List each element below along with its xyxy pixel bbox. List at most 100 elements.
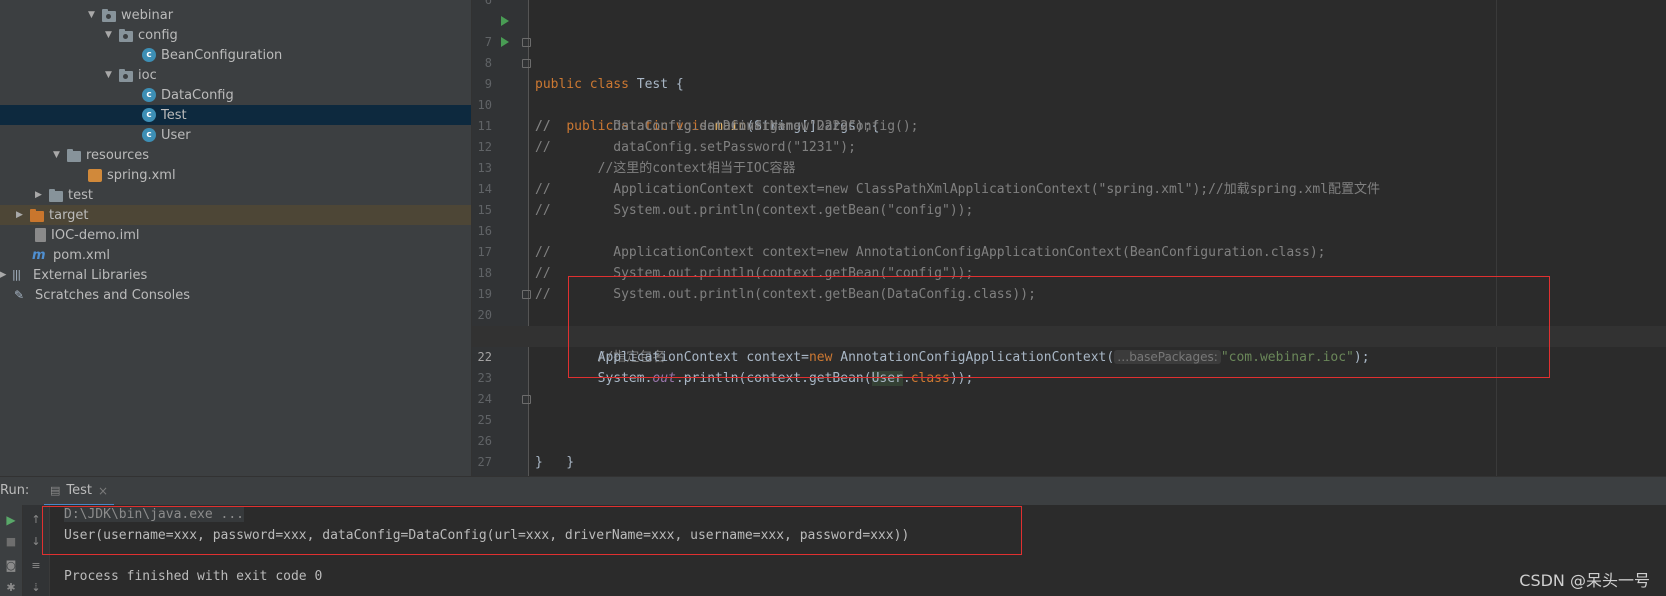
tree-item-iml[interactable]: IOC-demo.iml <box>0 225 471 245</box>
camera-icon[interactable]: ◙ <box>4 559 18 573</box>
run-tab-label: Test <box>66 483 93 498</box>
code-line-20[interactable]: 20 //指定包名 <box>472 284 1666 365</box>
tree-item-label: Test <box>161 107 187 123</box>
rerun-icon[interactable]: ▶ <box>4 513 18 527</box>
tree-item-label: ioc <box>138 67 157 83</box>
code-line-17[interactable]: 17 // System.out.println(context.getBean… <box>472 221 1666 281</box>
run-tool-window-header: Run: ▤ Test × <box>0 476 1666 506</box>
folder-icon <box>49 188 63 202</box>
class-icon: c <box>142 48 156 62</box>
tree-item-config[interactable]: ▼ config <box>0 25 471 45</box>
tree-item-target[interactable]: ▶ target <box>0 205 471 225</box>
tree-item-label: webinar <box>121 7 174 23</box>
code-line-10[interactable]: 10 // dataConfig.setDriverName("2222"); <box>472 74 1666 134</box>
module-file-icon <box>35 228 46 242</box>
code-line-16[interactable]: 16 // ApplicationContext context=new Ann… <box>472 200 1666 260</box>
arrow-up-icon[interactable]: ↑ <box>29 513 43 527</box>
resources-folder-icon <box>67 148 81 162</box>
code-line-26[interactable]: 26 } <box>472 410 1666 470</box>
tree-item-label: User <box>161 127 191 143</box>
console-left-toolbar: ▶ ■ ◙ ✱ <box>0 505 23 596</box>
fold-marker-icon[interactable] <box>522 38 531 47</box>
maven-icon: m <box>32 248 46 263</box>
code-line-15[interactable]: 15 <box>472 179 1666 217</box>
scratches-icon: ✎ <box>14 288 25 302</box>
pin-icon[interactable]: ✱ <box>4 581 18 595</box>
package-folder-icon <box>119 68 133 82</box>
code-line-12[interactable]: 12 //这里的context相当于IOC容器 <box>472 116 1666 176</box>
class-icon: c <box>142 88 156 102</box>
stop-icon[interactable]: ■ <box>4 535 18 549</box>
tree-item-pom[interactable]: m pom.xml <box>0 245 471 265</box>
console-exit-line: Process finished with exit code 0 <box>64 569 323 584</box>
runnable-class-icon: c <box>142 108 156 122</box>
console-output[interactable]: ▶ ■ ◙ ✱ ↑ ↓ ≡ ⇣ D:\JDK\bin\java.exe ... … <box>0 505 1666 596</box>
code-line-19[interactable]: 19 <box>472 263 1666 301</box>
code-line-27[interactable]: 27 <box>472 431 1666 469</box>
code-line-8[interactable]: 8 public static void main(String[] args)… <box>472 32 1666 134</box>
tree-item-label: External Libraries <box>33 267 148 283</box>
run-gutter-icon[interactable] <box>501 37 509 47</box>
tree-item-label: IOC-demo.iml <box>51 227 140 243</box>
run-gutter-icon[interactable] <box>501 16 509 26</box>
code-line-13[interactable]: 13 // ApplicationContext context=new Cla… <box>472 137 1666 197</box>
package-folder-icon <box>119 28 133 42</box>
code-line-11[interactable]: 11 // dataConfig.setPassword("1231"); <box>472 95 1666 155</box>
arrow-down-icon[interactable]: ↓ <box>29 535 43 549</box>
tree-item-label: BeanConfiguration <box>161 47 283 63</box>
run-tab-test[interactable]: ▤ Test × <box>44 477 115 506</box>
tree-item-user[interactable]: c User <box>0 125 471 145</box>
code-line-14[interactable]: 14 // System.out.println(context.getBean… <box>472 158 1666 218</box>
tree-item-ioc[interactable]: ▼ ioc <box>0 65 471 85</box>
xml-file-icon <box>88 168 102 182</box>
code-line-23[interactable]: 23 <box>472 347 1666 385</box>
class-icon: c <box>142 128 156 142</box>
expand-arrow-icon[interactable]: ▶ <box>14 210 25 221</box>
fold-marker-icon[interactable] <box>522 290 531 299</box>
expand-arrow-icon[interactable]: ▼ <box>86 10 97 21</box>
console-icon: ▤ <box>50 484 61 497</box>
tree-item-label: config <box>138 27 178 43</box>
code-line-25[interactable]: 25 } <box>472 389 1666 470</box>
expand-arrow-icon[interactable]: ▶ <box>0 270 6 281</box>
project-tool-window: ▼ webinar ▼ config c BeanConfiguration ▼… <box>0 0 472 476</box>
code-line-7[interactable]: 7 public class Test { <box>472 11 1666 92</box>
expand-arrow-icon[interactable]: ▼ <box>51 150 62 161</box>
expand-arrow-icon[interactable]: ▶ <box>33 190 44 201</box>
code-line-21[interactable]: 21 ApplicationContext context=new Annota… <box>472 305 1666 365</box>
tree-item-label: spring.xml <box>107 167 176 183</box>
tree-item-test[interactable]: c Test <box>0 105 471 125</box>
tree-item-webinar[interactable]: ▼ webinar <box>0 5 471 25</box>
code-line[interactable]: 6 <box>472 0 1666 11</box>
console-command-line: D:\JDK\bin\java.exe ... <box>64 507 245 522</box>
fold-marker-icon[interactable] <box>522 59 531 68</box>
expand-arrow-icon[interactable]: ▼ <box>103 70 114 81</box>
tree-item-spring-xml[interactable]: spring.xml <box>0 165 471 185</box>
watermark: CSDN @呆头一号 <box>1519 571 1650 590</box>
expand-arrow-icon[interactable]: ▼ <box>103 30 114 41</box>
excluded-folder-icon <box>30 208 44 222</box>
close-icon[interactable]: × <box>98 484 108 498</box>
code-line-18[interactable]: 18 // System.out.println(context.getBean… <box>472 242 1666 302</box>
code-line-24[interactable]: 24 <box>472 368 1666 406</box>
soft-wrap-icon[interactable]: ≡ <box>29 559 43 573</box>
code-line-9[interactable]: 9 // DataConfig dataConfig=new DataConfi… <box>472 53 1666 134</box>
tree-item-beanconfiguration[interactable]: c BeanConfiguration <box>0 45 471 65</box>
console-output-line: User(username=xxx, password=xxx, dataCon… <box>64 528 910 543</box>
tree-item-external-libraries[interactable]: ▶ ||| External Libraries <box>0 265 471 285</box>
tree-item-label: resources <box>86 147 150 163</box>
tree-item-label: pom.xml <box>53 247 110 263</box>
tree-item-test-folder[interactable]: ▶ test <box>0 185 471 205</box>
tree-item-scratches[interactable]: ✎ Scratches and Consoles <box>0 285 471 305</box>
tree-row-partial <box>0 0 471 4</box>
libraries-icon: ||| <box>12 268 21 281</box>
tree-item-resources[interactable]: ▼ resources <box>0 145 471 165</box>
tree-item-dataconfig[interactable]: c DataConfig <box>0 85 471 105</box>
run-label: Run: <box>0 483 30 498</box>
tree-item-label: test <box>68 187 93 203</box>
tree-item-label: target <box>49 207 89 223</box>
scroll-to-end-icon[interactable]: ⇣ <box>29 581 43 595</box>
code-editor[interactable]: 6 7 public class Test { 8 public static … <box>472 0 1666 476</box>
fold-marker-icon[interactable] <box>522 395 531 404</box>
code-line-22[interactable]: 22 System.out.println(context.getBean(Us… <box>472 326 1666 386</box>
